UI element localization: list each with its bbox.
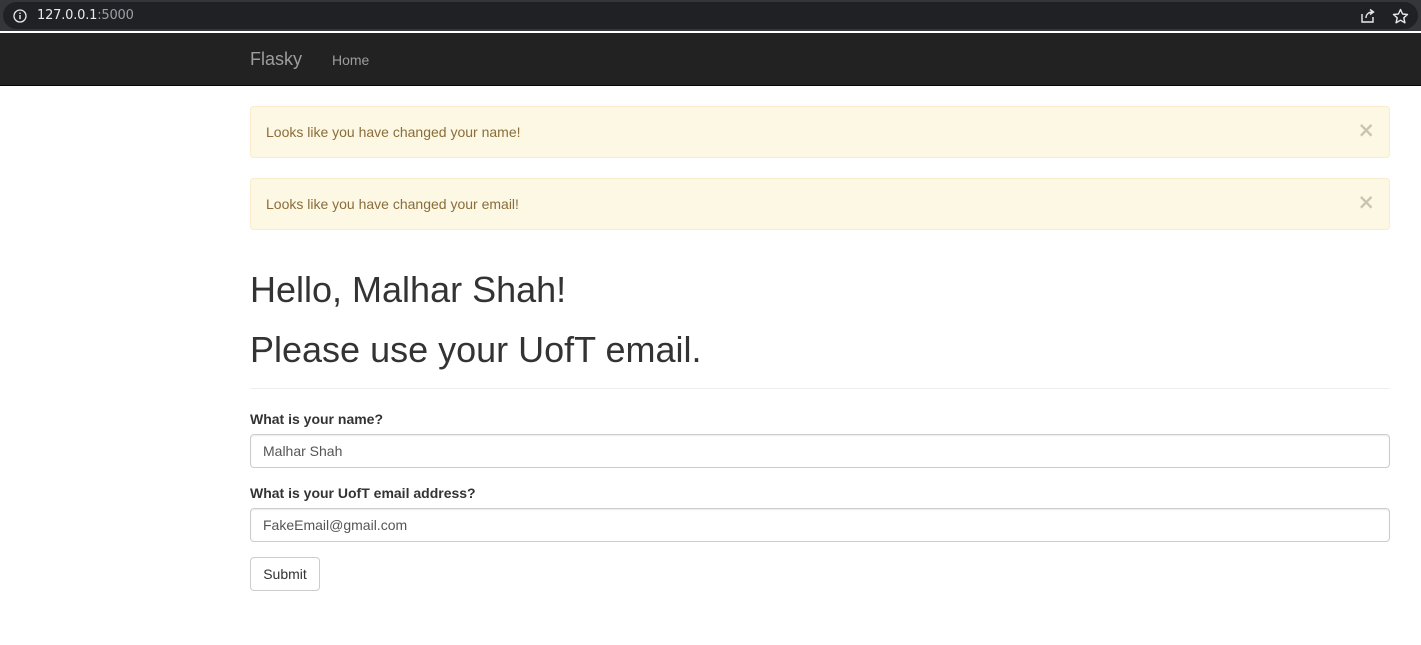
email-input[interactable] (250, 508, 1390, 542)
nav-item-home[interactable]: Home (332, 52, 369, 68)
navbar-brand[interactable]: Flasky (250, 49, 302, 70)
close-icon[interactable]: × (1357, 192, 1375, 213)
browser-toolbar: 127.0.0.1:5000 (0, 0, 1421, 31)
greeting-heading: Hello, Malhar Shah! (250, 269, 567, 310)
email-notice-heading: Please use your UofT email. (250, 329, 702, 370)
address-bar[interactable]: 127.0.0.1:5000 (3, 2, 1418, 29)
name-input[interactable] (250, 434, 1390, 468)
url-host: 127.0.0.1 (37, 8, 98, 23)
alert-name-changed: Looks like you have changed your name! × (250, 106, 1390, 158)
name-label: What is your name? (250, 411, 384, 427)
alert-message: Looks like you have changed your name! (266, 124, 521, 140)
navbar: Flasky Home (0, 33, 1421, 86)
alert-email-changed: Looks like you have changed your email! … (250, 178, 1390, 230)
info-icon[interactable] (13, 9, 27, 23)
share-icon[interactable] (1359, 8, 1376, 25)
email-label: What is your UofT email address? (250, 485, 476, 501)
star-icon[interactable] (1392, 8, 1409, 25)
close-icon[interactable]: × (1357, 120, 1375, 141)
page-header-divider (250, 388, 1390, 389)
url-port: :5000 (97, 8, 134, 23)
alert-message: Looks like you have changed your email! (266, 196, 519, 212)
submit-button[interactable]: Submit (250, 557, 320, 591)
url-text[interactable]: 127.0.0.1:5000 (37, 8, 134, 23)
